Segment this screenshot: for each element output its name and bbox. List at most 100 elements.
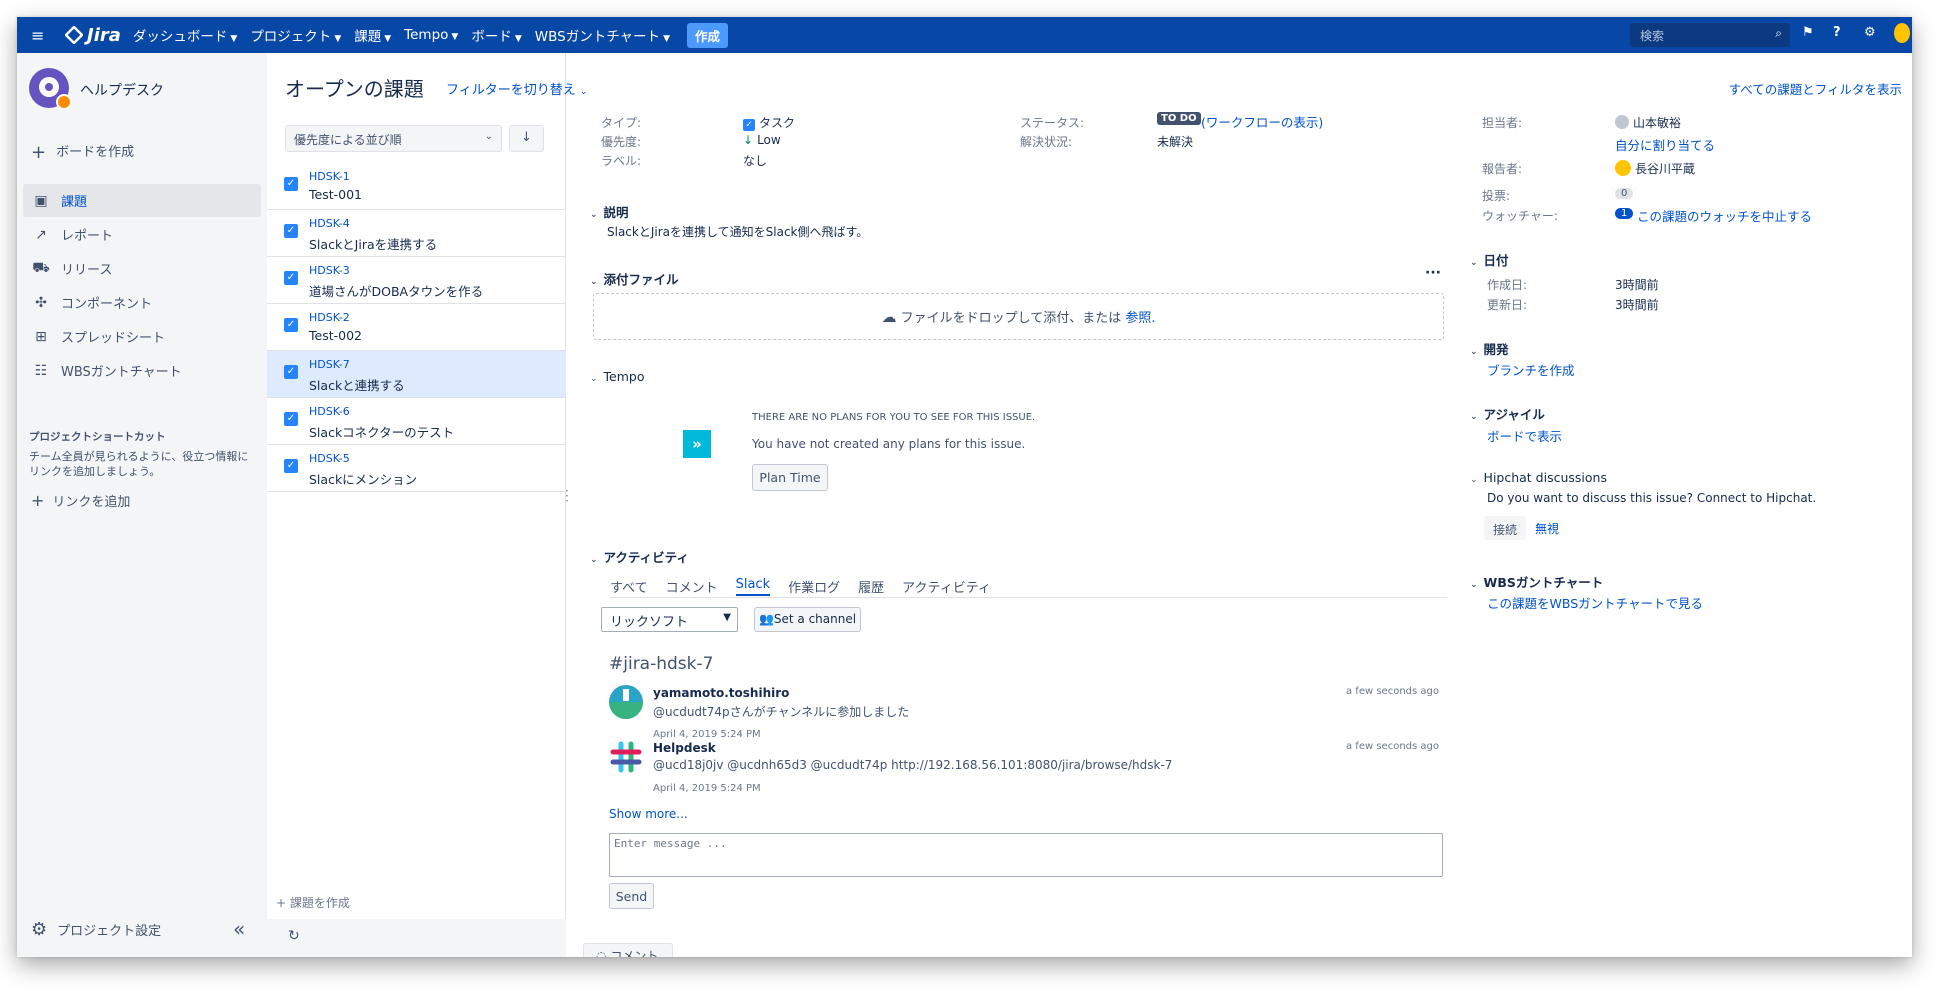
search-input[interactable]: 検索 ⌕: [1630, 23, 1790, 47]
wbs-gantt-link[interactable]: この課題をWBSガントチャートで見る: [1487, 593, 1703, 612]
attachments-toggle[interactable]: ⌄ 添付ファイル: [590, 269, 679, 288]
project-avatar[interactable]: [29, 68, 72, 110]
browse-link[interactable]: 参照.: [1125, 311, 1155, 326]
votes-count[interactable]: 0: [1615, 188, 1634, 199]
nav-wbs-gantt[interactable]: WBSガントチャート ▼: [535, 25, 670, 45]
user-avatar: [609, 685, 643, 719]
sidebar-item-reports[interactable]: ↗ レポート: [23, 218, 261, 251]
issue-row[interactable]: ✓ HDSK-6 Slackコネクターのテスト: [267, 398, 566, 445]
all-issues-filters-link[interactable]: すべての課題とフィルタを表示: [1729, 79, 1902, 98]
tab-activity[interactable]: アクティビティ: [902, 577, 991, 596]
tab-slack[interactable]: Slack: [735, 577, 771, 596]
watchers-label: ウォッチャー:: [1482, 209, 1558, 223]
tab-comments[interactable]: コメント: [666, 577, 718, 596]
comment-button[interactable]: ◌ コメント: [583, 943, 673, 957]
attachments-more-button[interactable]: ···: [1425, 265, 1441, 281]
show-more-link[interactable]: Show more...: [609, 807, 688, 821]
sidebar-item-releases[interactable]: ⛟ リリース: [23, 252, 261, 285]
jira-logo[interactable]: Jira: [65, 25, 121, 46]
sidebar-item-spreadsheet[interactable]: ⊞ スプレッドシート: [23, 320, 261, 353]
activity-tabs: すべて コメント Slack 作業ログ 履歴 アクティビティ: [610, 577, 1009, 596]
hipchat-connect-button[interactable]: 接続: [1484, 516, 1526, 540]
create-issue-link[interactable]: + 課題を作成: [276, 894, 350, 911]
description-text[interactable]: SlackとJiraを連携して通知をSlack側へ飛ばす。: [607, 223, 868, 240]
hipchat-toggle[interactable]: ⌄ Hipchat discussions: [1470, 470, 1607, 485]
issue-row[interactable]: ✓ HDSK-1 Test-001: [267, 163, 566, 210]
issue-row[interactable]: ✓ HDSK-4 SlackとJiraを連携する: [267, 210, 566, 257]
tab-all[interactable]: すべて: [610, 577, 648, 596]
nav-issues[interactable]: 課題 ▼: [354, 25, 391, 45]
workflow-link[interactable]: (ワークフローの表示): [1201, 112, 1323, 131]
assignee-value[interactable]: 山本敏裕: [1615, 114, 1681, 131]
chevron-down-icon: ⌄: [1470, 580, 1478, 590]
issue-row-selected[interactable]: ✓ HDSK-7 Slackと連携する: [267, 351, 566, 398]
sort-direction-button[interactable]: ↓: [509, 125, 544, 152]
menu-icon[interactable]: ≡: [31, 26, 53, 45]
tab-worklog[interactable]: 作業ログ: [788, 577, 840, 596]
add-link-button[interactable]: + リンクを追加: [31, 491, 130, 510]
create-button[interactable]: 作成: [686, 22, 728, 48]
hipchat-ignore-link[interactable]: 無視: [1535, 520, 1559, 537]
sidebar-nav: ▣ 課題 ↗ レポート ⛟ リリース ✣ コンポーネント ⊞ スプレッドシート ☷ WBSガ…: [23, 184, 261, 388]
attachment-dropzone[interactable]: ☁ ファイルをドロップして添付、または 参照.: [593, 293, 1444, 340]
nav-dashboards[interactable]: ダッシュボード ▼: [133, 25, 237, 45]
gear-icon[interactable]: ⚙: [1864, 25, 1876, 40]
agile-toggle[interactable]: ⌄ アジャイル: [1470, 404, 1545, 423]
jira-logo-icon: [65, 26, 83, 44]
pane-resize-handle[interactable]: · · ·: [565, 485, 569, 507]
description-toggle[interactable]: ⌄ 説明: [590, 202, 629, 221]
status-badge[interactable]: TO DO: [1157, 112, 1201, 125]
reports-icon: ↗: [35, 226, 47, 243]
message-user[interactable]: yamamoto.toshihiro: [653, 686, 789, 700]
user-avatar[interactable]: [1894, 23, 1910, 43]
wbs-toggle[interactable]: ⌄ WBSガントチャート: [1470, 572, 1603, 591]
tab-history[interactable]: 履歴: [858, 577, 884, 596]
chevron-down-icon: ▼: [663, 34, 670, 44]
issue-row[interactable]: ✓ HDSK-5 Slackにメンション: [267, 445, 566, 492]
message-ago: a few seconds ago: [1346, 741, 1439, 752]
arrow-down-icon: ↓: [743, 133, 754, 147]
message-input[interactable]: Enter message ...: [609, 833, 1443, 877]
slack-channel-name: #jira-hdsk-7: [609, 654, 714, 674]
tempo-toggle[interactable]: ⌄ Tempo: [590, 369, 645, 384]
refresh-icon[interactable]: ↻: [288, 928, 300, 944]
nav-projects[interactable]: プロジェクト ▼: [250, 25, 341, 45]
dates-toggle[interactable]: ⌄ 日付: [1470, 250, 1509, 269]
view-on-board-link[interactable]: ボードで表示: [1487, 426, 1562, 445]
stop-watching-link[interactable]: この課題のウォッチを中止する: [1637, 206, 1812, 225]
avatar-eye: [39, 77, 59, 97]
project-settings-button[interactable]: ⚙ プロジェクト設定: [31, 919, 161, 940]
watchers-count[interactable]: 1: [1615, 208, 1634, 219]
releases-icon: ⛟: [32, 259, 50, 276]
sidebar-item-wbs-gantt[interactable]: ☷ WBSガントチャート: [23, 354, 261, 387]
send-button[interactable]: Send: [609, 883, 654, 909]
message-user[interactable]: Helpdesk: [653, 741, 716, 755]
set-channel-button[interactable]: 👥Set a channel: [754, 607, 861, 632]
create-board-button[interactable]: + ボードを作成: [31, 141, 134, 163]
issue-row[interactable]: ✓ HDSK-2 Test-002: [267, 304, 566, 351]
updated-label: 更新日:: [1487, 298, 1528, 312]
activity-toggle[interactable]: ⌄ アクティビティ: [590, 547, 689, 566]
filter-switch-dropdown[interactable]: フィルターを切り替え ⌄: [446, 79, 587, 98]
shortcut-description: チーム全員が見られるように、役立つ情報にリンクを追加しましょう。: [29, 450, 249, 478]
message-date: April 4, 2019 5:24 PM: [653, 729, 761, 740]
project-name[interactable]: ヘルプデスク: [80, 80, 164, 100]
plan-time-button[interactable]: Plan Time: [752, 464, 828, 491]
sort-order-select[interactable]: 優先度による並び順 ⌄: [285, 125, 502, 152]
issue-row[interactable]: ✓ HDSK-3 道場さんがDOBAタウンを作る: [267, 257, 566, 304]
nav-boards[interactable]: ボード ▼: [471, 25, 521, 45]
megaphone-icon[interactable]: ⚑: [1802, 25, 1814, 40]
nav-tempo[interactable]: Tempo ▼: [404, 27, 458, 43]
collapse-sidebar-icon[interactable]: «: [233, 917, 245, 941]
sidebar-item-components[interactable]: ✣ コンポーネント: [23, 286, 261, 319]
sidebar-item-issues[interactable]: ▣ 課題: [23, 184, 261, 217]
assign-to-me-link[interactable]: 自分に割り当てる: [1615, 135, 1715, 154]
create-branch-link[interactable]: ブランチを作成: [1487, 360, 1575, 379]
reporter-value[interactable]: 長谷川平蔵: [1615, 160, 1695, 177]
development-toggle[interactable]: ⌄ 開発: [1470, 339, 1509, 358]
workspace-select[interactable]: リックソフト ▼: [601, 607, 738, 632]
assignee-label: 担当者:: [1482, 116, 1523, 130]
votes-label: 投票:: [1482, 189, 1511, 203]
plus-icon: +: [31, 491, 45, 510]
help-icon[interactable]: ?: [1833, 25, 1841, 40]
